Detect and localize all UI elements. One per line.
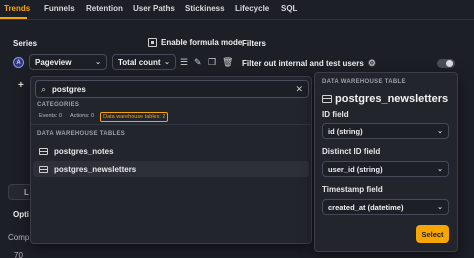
active-tab-indicator xyxy=(0,17,27,19)
options-heading: Opti xyxy=(13,210,29,219)
list-item-label: postgres_newsletters xyxy=(54,164,137,174)
gear-icon[interactable]: ⚙ xyxy=(368,58,376,69)
insight-tabs: Trends Funnels Retention User Paths Stic… xyxy=(0,0,474,20)
list-item-label: postgres_notes xyxy=(54,146,114,156)
table-icon xyxy=(322,95,332,103)
tab-stickiness[interactable]: Stickiness xyxy=(185,4,225,13)
list-item[interactable]: postgres_notes xyxy=(33,143,309,159)
tab-user-paths[interactable]: User Paths xyxy=(133,4,175,13)
taxonomic-dropdown: ⌕ postgres ✕ CATEGORIES Events: 0 Action… xyxy=(30,76,312,244)
close-icon[interactable]: ✕ xyxy=(295,84,303,95)
divider xyxy=(31,124,311,125)
list-item[interactable]: postgres_newsletters xyxy=(33,161,309,177)
timestamp-field-select[interactable]: created_at (datetime) ⌄ xyxy=(322,199,449,215)
distinct-id-field-value: user_id (string) xyxy=(328,164,383,174)
distinct-id-field-label: Distinct ID field xyxy=(322,147,381,156)
chevron-down-icon: ⌄ xyxy=(164,59,170,66)
add-series-icon[interactable]: + xyxy=(18,80,24,91)
category-chip-events[interactable]: Events: 0 xyxy=(37,112,64,122)
event-select[interactable]: Pageview ⌄ xyxy=(29,54,107,70)
chevron-down-icon: ⌄ xyxy=(437,128,443,135)
table-icon xyxy=(39,165,48,173)
search-icon: ⌕ xyxy=(41,83,47,94)
panel-title: postgres_newsletters xyxy=(322,93,448,105)
trash-icon[interactable]: 🗑 xyxy=(222,57,233,67)
id-field-select[interactable]: id (string) ⌄ xyxy=(322,123,449,139)
id-field-value: id (string) xyxy=(328,126,363,136)
background-card-label: L xyxy=(24,188,29,197)
checkbox-icon xyxy=(148,38,157,47)
category-chip-data-warehouse[interactable]: Data warehouse tables: 2 xyxy=(100,112,169,122)
filter-icon[interactable]: ☰ xyxy=(180,57,188,67)
select-button[interactable]: Select xyxy=(416,225,449,243)
tab-trends[interactable]: Trends xyxy=(4,4,30,13)
math-select-value: Total count xyxy=(118,57,161,67)
chevron-down-icon: ⌄ xyxy=(437,204,443,211)
panel-heading: DATA WAREHOUSE TABLE xyxy=(322,79,406,85)
id-field-label: ID field xyxy=(322,110,349,119)
edit-icon[interactable]: ✎ xyxy=(194,57,202,67)
timestamp-field-label: Timestamp field xyxy=(322,185,383,194)
event-select-value: Pageview xyxy=(35,57,72,67)
panel-title-text: postgres_newsletters xyxy=(335,93,449,105)
tab-sql[interactable]: SQL xyxy=(281,4,297,13)
internal-users-toggle[interactable] xyxy=(437,59,455,68)
distinct-id-field-select[interactable]: user_id (string) ⌄ xyxy=(322,161,449,177)
compare-label: Comp xyxy=(8,233,30,242)
search-input[interactable]: ⌕ postgres ✕ xyxy=(35,80,309,98)
series-letter-badge: A xyxy=(13,57,24,68)
internal-users-label: Filter out internal and test users xyxy=(242,58,364,68)
formula-mode-label: Enable formula mode xyxy=(161,38,243,47)
internal-users-filter: Filter out internal and test users ⚙ xyxy=(242,55,462,71)
table-icon xyxy=(39,147,48,155)
data-warehouse-table-panel: DATA WAREHOUSE TABLE postgres_newsletter… xyxy=(314,72,458,252)
tab-retention[interactable]: Retention xyxy=(86,4,123,13)
search-value: postgres xyxy=(52,84,86,94)
filters-heading: Filters xyxy=(242,39,267,48)
duplicate-icon[interactable]: ❐ xyxy=(208,57,216,67)
timestamp-field-value: created_at (datetime) xyxy=(328,202,404,212)
tab-lifecycle[interactable]: Lifecycle xyxy=(235,4,269,13)
data-warehouse-tables-heading: DATA WAREHOUSE TABLES xyxy=(37,131,126,137)
category-chip-actions[interactable]: Actions: 0 xyxy=(68,112,96,122)
formula-mode-toggle[interactable]: Enable formula mode xyxy=(148,38,242,47)
chevron-down-icon: ⌄ xyxy=(437,166,443,173)
row-number: 70 xyxy=(14,251,23,258)
tab-funnels[interactable]: Funnels xyxy=(44,4,75,13)
category-chips: Events: 0 Actions: 0 Data warehouse tabl… xyxy=(37,112,169,122)
math-select[interactable]: Total count ⌄ xyxy=(112,54,176,70)
chevron-down-icon: ⌄ xyxy=(95,59,101,66)
categories-heading: CATEGORIES xyxy=(37,102,80,108)
series-heading: Series xyxy=(13,39,38,48)
